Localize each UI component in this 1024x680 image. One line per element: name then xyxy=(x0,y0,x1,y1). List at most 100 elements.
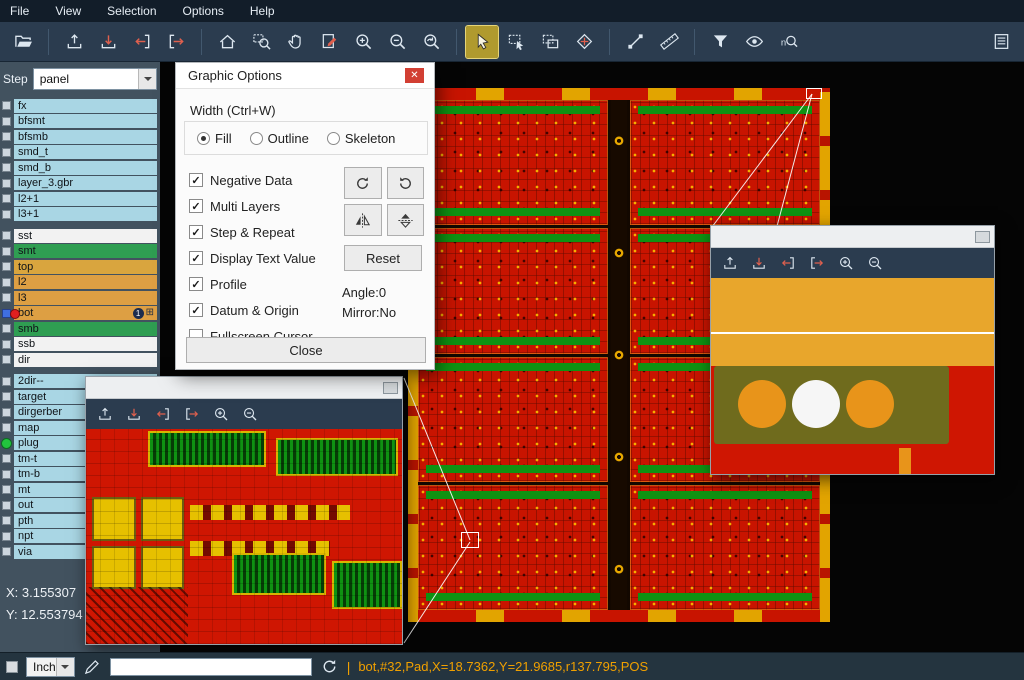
zoom-in-button[interactable] xyxy=(833,251,859,275)
layer-name[interactable]: bfsmb xyxy=(14,130,157,144)
layer-checkbox[interactable] xyxy=(2,247,11,256)
export-down-button[interactable] xyxy=(92,26,124,58)
line-button[interactable] xyxy=(619,26,651,58)
zoom-window-2-titlebar[interactable] xyxy=(711,226,994,248)
layer-checkbox[interactable] xyxy=(2,210,11,219)
layer-checkbox[interactable] xyxy=(2,532,11,541)
zoom-in-button[interactable] xyxy=(208,402,234,426)
menu-help[interactable]: Help xyxy=(250,4,275,18)
export-left-button[interactable] xyxy=(150,402,176,426)
export-down-button[interactable] xyxy=(121,402,147,426)
layer-row-fx[interactable]: fx xyxy=(0,98,160,114)
corner-box[interactable] xyxy=(6,661,18,673)
layer-name[interactable]: l3 xyxy=(14,291,157,305)
layer-name[interactable]: bot1⊞ xyxy=(14,306,157,320)
layer-name[interactable]: l2+1 xyxy=(14,192,157,206)
layer-name[interactable]: smb xyxy=(14,322,157,336)
pen-icon[interactable] xyxy=(83,657,102,676)
menu-file[interactable]: File xyxy=(10,4,29,18)
layer-checkbox[interactable] xyxy=(2,231,11,240)
layer-name[interactable]: smt xyxy=(14,244,157,258)
layer-checkbox[interactable] xyxy=(2,516,11,525)
layer-checkbox[interactable] xyxy=(2,501,11,510)
window-control-icon[interactable] xyxy=(975,231,990,243)
layer-row-l2+1[interactable]: l2+1 xyxy=(0,191,160,207)
close-icon[interactable]: ✕ xyxy=(405,68,424,83)
layer-checkbox[interactable] xyxy=(2,485,11,494)
measure-ruler-button[interactable] xyxy=(653,26,685,58)
export-down-button[interactable] xyxy=(746,251,772,275)
layer-checkbox[interactable] xyxy=(2,194,11,203)
layer-name[interactable]: dir xyxy=(14,353,157,367)
checkbox-display-text-value[interactable]: ✓Display Text Value xyxy=(189,245,316,271)
layer-checkbox[interactable] xyxy=(2,355,11,364)
layer-row-l3+1[interactable]: l3+1 xyxy=(0,207,160,223)
checkbox-step-repeat[interactable]: ✓Step & Repeat xyxy=(189,219,316,245)
menu-view[interactable]: View xyxy=(55,4,81,18)
zoom-window-2-content[interactable] xyxy=(711,278,994,474)
checkbox-negative-data[interactable]: ✓Negative Data xyxy=(189,167,316,193)
layer-checkbox[interactable] xyxy=(2,454,11,463)
chevron-down-icon[interactable] xyxy=(56,658,74,676)
filter-button[interactable] xyxy=(704,26,736,58)
redline-button[interactable] xyxy=(313,26,345,58)
radio-fill[interactable]: Fill xyxy=(197,131,232,146)
menu-options[interactable]: Options xyxy=(183,4,224,18)
layer-checkbox[interactable] xyxy=(2,470,11,479)
checkbox-multi-layers[interactable]: ✓Multi Layers xyxy=(189,193,316,219)
radio-skeleton[interactable]: Skeleton xyxy=(327,131,396,146)
layer-row-ssb[interactable]: ssb xyxy=(0,337,160,353)
layer-name[interactable]: smd_t xyxy=(14,145,157,159)
layer-checkbox[interactable] xyxy=(2,179,11,188)
layer-name[interactable]: layer_3.gbr xyxy=(14,176,157,190)
layer-checkbox[interactable] xyxy=(2,324,11,333)
export-left-button[interactable] xyxy=(775,251,801,275)
zoom-window-2[interactable] xyxy=(710,225,995,475)
layer-row-bot[interactable]: bot1⊞ xyxy=(0,306,160,322)
pan-hand-button[interactable] xyxy=(279,26,311,58)
export-right-button[interactable] xyxy=(179,402,205,426)
radio-outline[interactable]: Outline xyxy=(250,131,309,146)
layer-name[interactable]: fx xyxy=(14,99,157,113)
checkbox-datum-origin[interactable]: ✓Datum & Origin xyxy=(189,297,316,323)
select-group-button[interactable] xyxy=(534,26,566,58)
import-button[interactable] xyxy=(92,402,118,426)
eye-button[interactable] xyxy=(738,26,770,58)
layer-row-smt[interactable]: smt xyxy=(0,244,160,260)
layer-name[interactable]: top xyxy=(14,260,157,274)
refresh-icon[interactable] xyxy=(320,657,339,676)
select-rect-button[interactable] xyxy=(500,26,532,58)
command-input[interactable] xyxy=(110,658,312,676)
layer-checkbox[interactable] xyxy=(2,148,11,157)
layer-name[interactable]: sst xyxy=(14,229,157,243)
export-left-button[interactable] xyxy=(126,26,158,58)
reset-button[interactable]: Reset xyxy=(344,245,422,271)
step-select[interactable]: panel xyxy=(33,68,157,90)
layer-name[interactable]: bfsmt xyxy=(14,114,157,128)
open-folder-button[interactable] xyxy=(7,26,39,58)
unit-select[interactable]: Inch xyxy=(26,657,75,677)
layer-name[interactable]: l3+1 xyxy=(14,207,157,221)
import-button[interactable] xyxy=(717,251,743,275)
layer-row-dir[interactable]: dir xyxy=(0,352,160,368)
layer-checkbox[interactable] xyxy=(2,293,11,302)
rotate-cw-button[interactable] xyxy=(344,167,382,199)
layer-name[interactable]: l2 xyxy=(14,275,157,289)
layer-row-layer_3.gbr[interactable]: layer_3.gbr xyxy=(0,176,160,192)
menu-selection[interactable]: Selection xyxy=(107,4,156,18)
export-right-button[interactable] xyxy=(804,251,830,275)
layer-checkbox[interactable] xyxy=(2,408,11,417)
layer-row-l2[interactable]: l2 xyxy=(0,275,160,291)
layer-row-sst[interactable]: sst xyxy=(0,228,160,244)
zoom-previous-button[interactable] xyxy=(415,26,447,58)
layer-checkbox[interactable] xyxy=(2,340,11,349)
layer-checkbox[interactable] xyxy=(2,547,11,556)
zoom-out-button[interactable] xyxy=(862,251,888,275)
zoom-window-1-content[interactable] xyxy=(86,429,402,644)
import-button[interactable] xyxy=(58,26,90,58)
zoom-window-button[interactable] xyxy=(245,26,277,58)
layer-checkbox[interactable] xyxy=(2,278,11,287)
zoom-window-1[interactable] xyxy=(85,376,403,645)
layer-checkbox[interactable] xyxy=(2,163,11,172)
layer-checkbox[interactable] xyxy=(2,377,11,386)
